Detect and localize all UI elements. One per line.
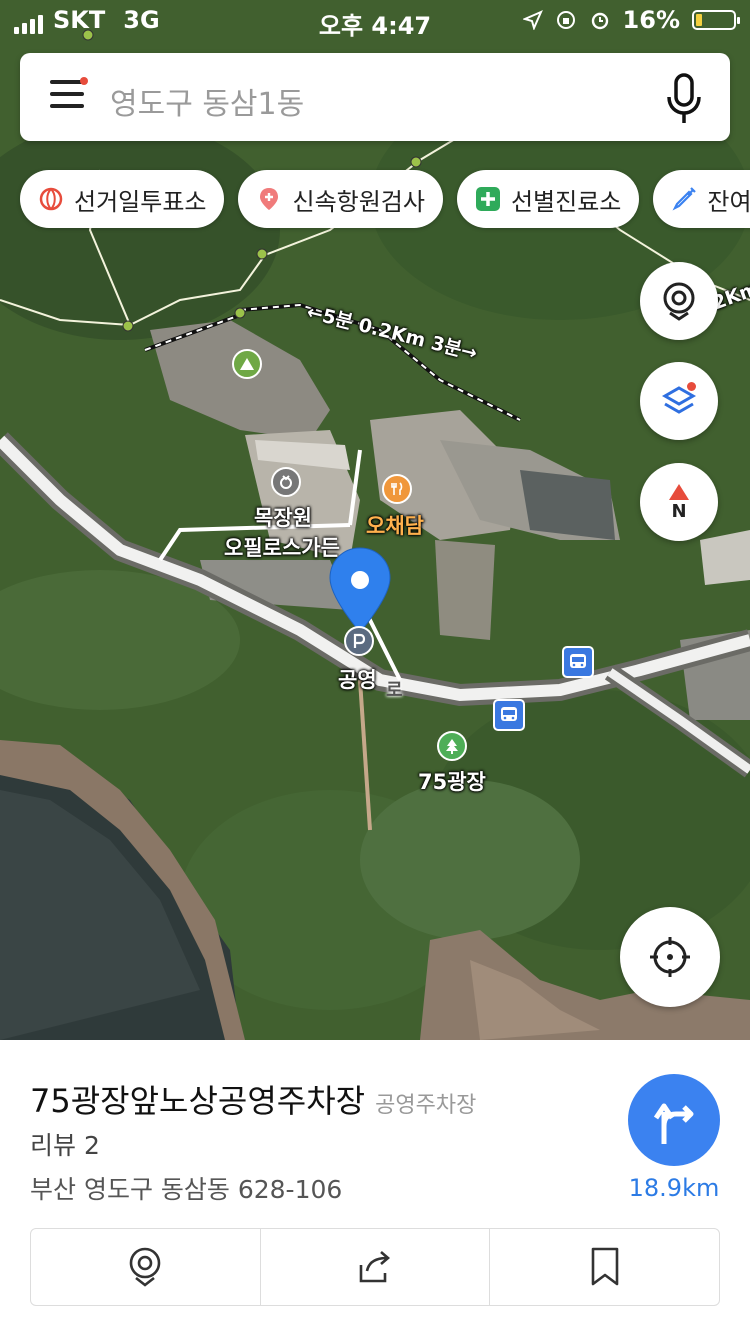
chip-polling-place[interactable]: 선거일투표소 bbox=[20, 170, 225, 228]
chip-label: 선별진료소 bbox=[510, 187, 622, 216]
menu-icon[interactable] bbox=[50, 80, 84, 112]
landmark-icon bbox=[280, 475, 292, 489]
chip-screening-clinic[interactable]: 선별진료소 bbox=[456, 170, 640, 228]
alarm-icon bbox=[591, 12, 608, 30]
park-label[interactable]: 75광장 bbox=[418, 766, 486, 796]
battery-icon bbox=[692, 10, 740, 30]
action-bar bbox=[30, 1228, 720, 1306]
compass-arrow-icon bbox=[669, 483, 689, 500]
mountain-marker[interactable] bbox=[232, 349, 262, 379]
chip-label: 신속항원검사 bbox=[292, 187, 425, 216]
microphone-icon[interactable] bbox=[664, 73, 704, 125]
plus-icon bbox=[475, 187, 500, 211]
bus-icon bbox=[501, 707, 517, 721]
bus-icon bbox=[570, 654, 586, 668]
mountain-icon bbox=[240, 358, 254, 370]
syringe-icon bbox=[672, 187, 697, 211]
road-label: 로 bbox=[386, 680, 403, 701]
status-bar: SKT 3G 오후 4:47 16% bbox=[0, 0, 750, 40]
search-input[interactable]: 영도구 동삼1동 bbox=[110, 79, 304, 123]
tree-icon bbox=[446, 739, 458, 754]
place-name: 75광장앞노상공영주차장 bbox=[30, 1082, 366, 1120]
camera-view-icon bbox=[130, 1247, 161, 1287]
pin-icon bbox=[260, 188, 279, 210]
search-bar[interactable]: 영도구 동삼1동 bbox=[20, 53, 730, 141]
camera-view-icon bbox=[663, 282, 695, 321]
bus-stop-marker[interactable] bbox=[493, 699, 525, 731]
review-count[interactable]: 리뷰 2 bbox=[30, 1126, 100, 1162]
place-category: 공영주차장 bbox=[375, 1093, 477, 1118]
landmark-marker[interactable] bbox=[271, 467, 301, 497]
place-info-sheet[interactable]: 75광장앞노상공영주차장 공영주차장 리뷰 2 부산 영도구 동삼동 628-10… bbox=[0, 1040, 750, 1334]
place-address: 부산 영도구 동삼동 628-106 bbox=[30, 1175, 343, 1204]
bus-stop-marker[interactable] bbox=[562, 646, 594, 678]
compass-north-label: N bbox=[671, 500, 687, 522]
chip-rapid-antigen-test[interactable]: 신속항원검사 bbox=[238, 170, 443, 228]
restaurant-marker[interactable] bbox=[382, 474, 412, 504]
park-marker[interactable] bbox=[437, 731, 467, 761]
rotation-lock-icon bbox=[556, 11, 575, 29]
notification-dot bbox=[687, 382, 696, 391]
bookmark-icon bbox=[591, 1247, 618, 1286]
parking-label[interactable]: 공영 bbox=[338, 664, 377, 694]
street-view-action[interactable] bbox=[31, 1229, 261, 1305]
chip-leftover-vaccine[interactable]: 잔여백 bbox=[653, 170, 750, 228]
share-action[interactable] bbox=[261, 1229, 491, 1305]
map-layers-button[interactable] bbox=[640, 362, 718, 440]
category-chips: 선거일투표소 신속항원검사 선별진료소 잔여백 bbox=[20, 170, 750, 228]
compass-button[interactable]: N bbox=[640, 463, 718, 541]
fork-knife-icon bbox=[391, 482, 403, 495]
location-arrow-icon bbox=[522, 10, 543, 30]
place-label-mokjangwon[interactable]: 목장원 bbox=[254, 502, 312, 532]
place-title: 75광장앞노상공영주차장 공영주차장 bbox=[30, 1076, 476, 1122]
notification-dot bbox=[80, 77, 88, 85]
current-location-button[interactable] bbox=[620, 907, 720, 1007]
chip-label: 선거일투표소 bbox=[74, 187, 207, 216]
bookmark-action[interactable] bbox=[490, 1229, 719, 1305]
parking-icon bbox=[353, 633, 366, 648]
vote-icon bbox=[39, 187, 63, 211]
share-icon bbox=[359, 1251, 390, 1283]
street-view-button[interactable] bbox=[640, 262, 718, 340]
location-pin-icon[interactable] bbox=[326, 546, 394, 636]
chip-label: 잔여백 bbox=[707, 187, 750, 216]
map-view[interactable]: ←5분 0.2Km 3분→ 2Km 목장원 오필로스가든 오채담 공영 로 75… bbox=[0, 0, 750, 1040]
parking-marker[interactable] bbox=[344, 626, 374, 656]
place-label-ochaedam[interactable]: 오채담 bbox=[366, 510, 424, 540]
directions-icon bbox=[653, 1103, 694, 1144]
crosshair-icon bbox=[650, 937, 690, 977]
directions-button[interactable] bbox=[628, 1074, 720, 1166]
place-label-opilos-garden[interactable]: 오필로스가든 bbox=[224, 532, 340, 562]
distance-label: 18.9km bbox=[628, 1174, 720, 1202]
battery-percent: 16% bbox=[622, 6, 680, 34]
